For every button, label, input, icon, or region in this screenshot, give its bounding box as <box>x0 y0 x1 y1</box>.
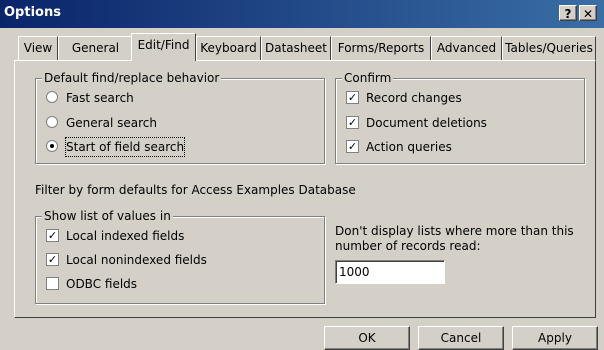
help-button[interactable]: ? <box>559 5 577 21</box>
tab-forms-reports[interactable]: Forms/Reports <box>331 36 431 60</box>
checkbox-checked[interactable]: ✓ <box>46 253 59 266</box>
record-changes-label: Record changes <box>366 91 462 105</box>
tab-tables-queries[interactable]: Tables/Queries <box>502 36 596 60</box>
tab-edit-find[interactable]: Edit/Find <box>131 33 196 61</box>
confirm-group: Confirm ✓ Record changes ✓ Document dele… <box>335 71 585 164</box>
records-limit-label-line2: number of records read: <box>335 239 481 253</box>
records-limit-label-line1: Don't display lists where more than this <box>335 224 574 238</box>
radio-dot <box>50 144 54 148</box>
radio-button[interactable] <box>46 91 58 103</box>
show-list-group-label: Show list of values in <box>42 209 173 223</box>
local-nonindexed-fields-label: Local nonindexed fields <box>66 253 207 267</box>
tab-keyboard[interactable]: Keyboard <box>196 36 261 60</box>
checkbox-checked[interactable]: ✓ <box>46 229 59 242</box>
document-deletions-label: Document deletions <box>366 116 487 130</box>
radio-button[interactable] <box>46 116 58 128</box>
cancel-button[interactable]: Cancel <box>418 326 504 350</box>
dialog-title: Options <box>4 5 61 20</box>
close-button[interactable]: ✕ <box>579 5 597 21</box>
filter-by-form-heading: Filter by form defaults for Access Examp… <box>35 183 356 197</box>
checkbox-unchecked[interactable] <box>46 277 59 290</box>
find-replace-group: Default find/replace behavior Fast searc… <box>35 71 325 164</box>
apply-button[interactable]: Apply <box>512 326 598 350</box>
fast-search-label: Fast search <box>66 91 134 105</box>
odbc-fields-label: ODBC fields <box>66 277 138 291</box>
title-bar[interactable]: Options ? ✕ <box>0 0 604 28</box>
find-replace-group-label: Default find/replace behavior <box>42 71 222 85</box>
show-list-group: Show list of values in ✓ Local indexed f… <box>35 209 325 304</box>
tab-view[interactable]: View <box>18 36 58 60</box>
tab-general[interactable]: General <box>58 36 133 60</box>
checkbox-checked[interactable]: ✓ <box>346 140 359 153</box>
radio-button-selected[interactable] <box>46 140 58 152</box>
ok-button[interactable]: OK <box>324 326 410 350</box>
action-queries-label: Action queries <box>366 140 452 154</box>
start-of-field-search-label: Start of field search <box>64 137 186 157</box>
tab-advanced[interactable]: Advanced <box>431 36 502 60</box>
options-dialog: Options ? ✕ View General Edit/Find Keybo… <box>0 0 604 350</box>
tab-datasheet[interactable]: Datasheet <box>261 36 331 60</box>
checkbox-checked[interactable]: ✓ <box>346 91 359 104</box>
tab-panel: Default find/replace behavior Fast searc… <box>14 60 596 318</box>
checkbox-checked[interactable]: ✓ <box>346 116 359 129</box>
general-search-label: General search <box>66 116 157 130</box>
confirm-group-label: Confirm <box>342 71 394 85</box>
records-limit-input[interactable] <box>335 260 445 284</box>
local-indexed-fields-label: Local indexed fields <box>66 229 185 243</box>
